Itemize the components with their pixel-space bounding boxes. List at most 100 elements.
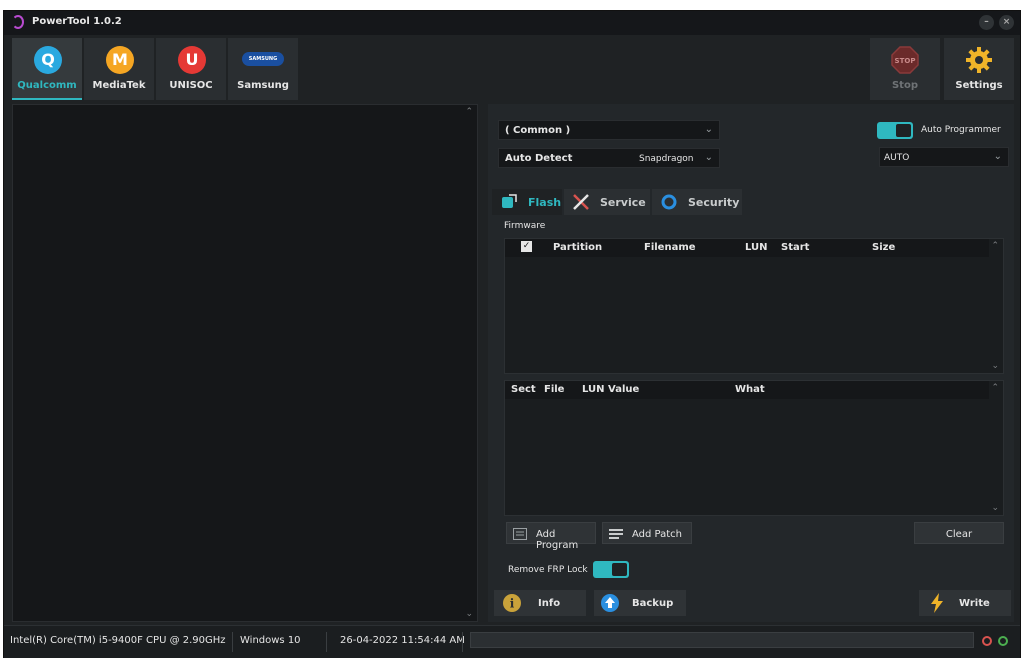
auto-detect-label: Auto Detect	[505, 153, 573, 164]
chevron-down-icon: ⌄	[704, 124, 713, 135]
qualcomm-logo-icon: Q	[34, 46, 62, 74]
status-bar: Intel(R) Core(TM) i5-9400F CPU @ 2.90GHz…	[4, 625, 1020, 658]
close-button[interactable]: ×	[999, 15, 1014, 30]
backup-label: Backup	[632, 598, 674, 609]
datetime: 26-04-2022 11:54:44 AM	[340, 635, 465, 646]
column-value[interactable]: Value	[608, 384, 639, 395]
tools-icon	[573, 194, 589, 210]
app-logo-icon	[12, 15, 24, 29]
patch-list-icon	[609, 529, 623, 539]
auto-programmer-toggle[interactable]	[877, 122, 913, 139]
chipset-select[interactable]: Auto Detect Snapdragon ⌄	[498, 148, 720, 168]
gear-icon	[966, 47, 992, 73]
scroll-down-icon[interactable]: ⌄	[991, 361, 999, 371]
status-indicator-red-icon	[982, 636, 992, 646]
title-bar: PowerTool 1.0.2 – ×	[4, 11, 1020, 35]
backup-button[interactable]: Backup	[594, 590, 686, 616]
programmer-select[interactable]: AUTO ⌄	[879, 147, 1009, 167]
scroll-up-icon[interactable]: ⌃	[465, 107, 473, 117]
add-program-button[interactable]: Add Program	[506, 522, 596, 551]
loader-value: ( Common )	[505, 125, 571, 136]
clear-label: Clear	[945, 529, 973, 540]
status-divider	[326, 632, 327, 652]
write-label: Write	[959, 598, 990, 609]
tab-samsung-label: Samsung	[237, 80, 289, 91]
os-info: Windows 10	[240, 635, 301, 646]
svg-text:i: i	[510, 597, 515, 611]
settings-label: Settings	[955, 80, 1003, 91]
select-all-checkbox[interactable]: ✓	[521, 241, 532, 252]
stop-sign-text: STOP	[895, 57, 916, 65]
flash-icon	[502, 194, 517, 208]
tab-service-label: Service	[600, 196, 646, 209]
tab-security-label: Security	[688, 196, 740, 209]
add-program-label: Add Program	[536, 529, 579, 551]
column-lun[interactable]: LUN	[745, 242, 768, 253]
scroll-down-icon[interactable]: ⌄	[465, 609, 473, 619]
patch-table-header: Sect File LUN Value What	[505, 381, 989, 399]
write-button[interactable]: Write	[919, 590, 1011, 616]
column-filename[interactable]: Filename	[644, 242, 696, 253]
info-icon: i	[503, 594, 521, 612]
column-lun[interactable]: LUN	[582, 384, 605, 395]
lightning-bolt-icon	[931, 593, 943, 613]
partition-table[interactable]: ✓ Partition Filename LUN Start Size ⌃ ⌄	[504, 238, 1004, 374]
tab-qualcomm[interactable]: Q Qualcomm	[12, 38, 82, 100]
status-indicator-green-icon	[998, 636, 1008, 646]
window-title: PowerTool 1.0.2	[32, 16, 122, 27]
tab-unisoc[interactable]: U UNISOC	[156, 38, 226, 100]
stop-sign-icon: STOP	[891, 46, 919, 74]
status-divider	[462, 632, 463, 652]
tab-security[interactable]: Security	[652, 189, 742, 215]
tab-unisoc-label: UNISOC	[169, 80, 213, 91]
scroll-down-icon[interactable]: ⌄	[991, 503, 999, 513]
tab-service[interactable]: Service	[564, 189, 650, 215]
powertool-window: PowerTool 1.0.2 – × Q Qualcomm M MediaTe…	[3, 10, 1021, 658]
column-size[interactable]: Size	[872, 242, 895, 253]
clear-button[interactable]: Clear	[914, 522, 1004, 544]
tab-flash-label: Flash	[528, 196, 562, 209]
partition-table-header: ✓ Partition Filename LUN Start Size	[505, 239, 989, 257]
program-file-icon	[513, 528, 527, 540]
tab-flash[interactable]: Flash	[492, 189, 562, 215]
info-label: Info	[538, 598, 561, 609]
column-start[interactable]: Start	[781, 242, 809, 253]
add-patch-button[interactable]: Add Patch	[602, 522, 692, 544]
info-button[interactable]: i Info	[494, 590, 586, 616]
log-pane[interactable]: ⌃ ⌄	[12, 104, 478, 622]
upload-arrow-icon	[601, 594, 619, 612]
patch-table[interactable]: Sect File LUN Value What ⌃ ⌄	[504, 380, 1004, 516]
cpu-info: Intel(R) Core(TM) i5-9400F CPU @ 2.90GHz	[10, 635, 226, 646]
programmer-value: AUTO	[884, 153, 910, 163]
chevron-down-icon: ⌄	[993, 151, 1002, 162]
remove-frp-toggle[interactable]	[593, 561, 629, 578]
samsung-logo-icon: SAMSUNG	[242, 52, 284, 66]
minimize-button[interactable]: –	[979, 15, 994, 30]
scroll-up-icon[interactable]: ⌃	[991, 241, 999, 251]
column-partition[interactable]: Partition	[553, 242, 602, 253]
tab-qualcomm-label: Qualcomm	[17, 80, 77, 91]
progress-bar	[470, 632, 974, 648]
mediatek-logo-icon: M	[106, 46, 134, 74]
status-divider	[232, 632, 233, 652]
remove-frp-label: Remove FRP Lock	[508, 565, 588, 575]
tab-samsung[interactable]: SAMSUNG Samsung	[228, 38, 298, 100]
auto-programmer-label: Auto Programmer	[921, 125, 1001, 135]
scroll-up-icon[interactable]: ⌃	[991, 383, 999, 393]
settings-button[interactable]: Settings	[944, 38, 1014, 100]
tab-mediatek-label: MediaTek	[92, 80, 146, 91]
security-icon	[661, 194, 677, 210]
stop-button[interactable]: STOP Stop	[870, 38, 940, 100]
loader-select[interactable]: ( Common ) ⌄	[498, 120, 720, 140]
add-patch-label: Add Patch	[632, 529, 683, 540]
vendor-tab-bar: Q Qualcomm M MediaTek U UNISOC SAMSUNG S…	[4, 35, 1020, 101]
operation-panel: ( Common ) ⌄ Auto Detect Snapdragon ⌄ Au…	[488, 104, 1014, 622]
column-sect[interactable]: Sect	[511, 384, 536, 395]
unisoc-logo-icon: U	[178, 46, 206, 74]
tab-mediatek[interactable]: M MediaTek	[84, 38, 154, 100]
column-file[interactable]: File	[544, 384, 564, 395]
stop-label: Stop	[891, 80, 918, 91]
firmware-group-label: Firmware	[504, 221, 546, 231]
column-what[interactable]: What	[735, 384, 765, 395]
chevron-down-icon: ⌄	[704, 152, 713, 163]
